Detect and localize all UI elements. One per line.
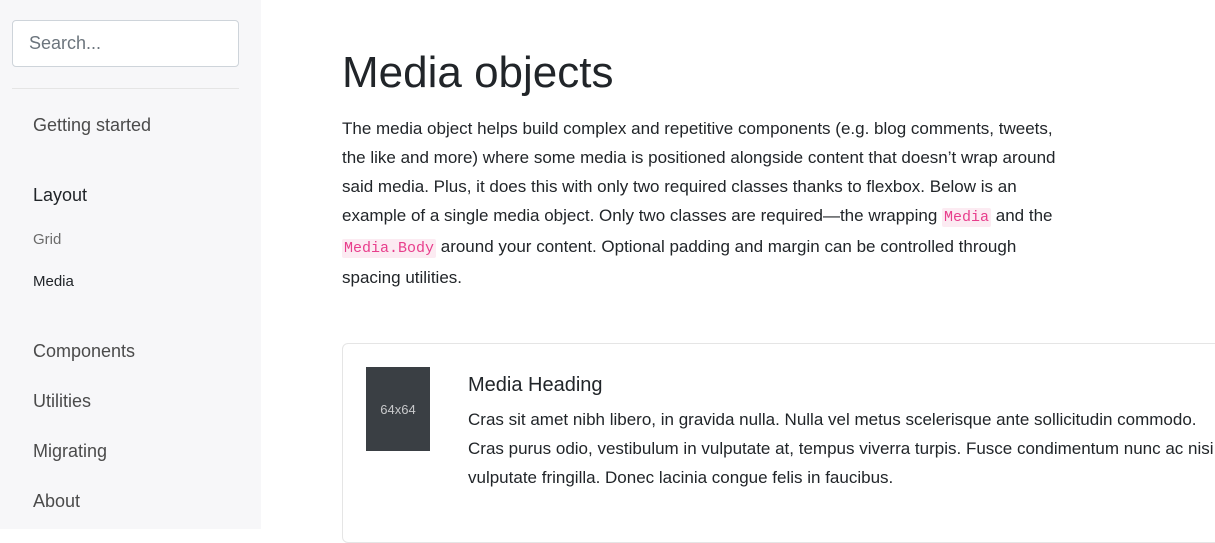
placeholder-image: 64x64 (366, 367, 430, 451)
media-heading: Media Heading (468, 374, 603, 396)
search-input[interactable] (12, 20, 239, 67)
code-media-body: Media.Body (342, 239, 437, 258)
sidebar-item-grid[interactable]: Grid (33, 231, 61, 248)
code-media: Media (942, 208, 992, 227)
page-title: Media objects (342, 48, 614, 97)
sidebar-item-about[interactable]: About (33, 491, 80, 512)
intro-text-middle: and the (991, 206, 1053, 225)
intro-paragraph: The media object helps build complex and… (342, 114, 1062, 292)
intro-text-after: around your content. Optional padding an… (342, 237, 1017, 287)
sidebar-item-migrating[interactable]: Migrating (33, 441, 107, 462)
sidebar-item-utilities[interactable]: Utilities (33, 391, 91, 412)
sidebar: Getting started Layout Grid Media Compon… (0, 0, 261, 529)
sidebar-item-layout[interactable]: Layout (33, 185, 87, 206)
media-text: Cras sit amet nibh libero, in gravida nu… (468, 410, 1214, 487)
sidebar-item-getting-started[interactable]: Getting started (33, 115, 151, 136)
placeholder-image-label: 64x64 (380, 401, 416, 417)
media-example-card: 64x64 Media Heading Cras sit amet nibh l… (342, 343, 1215, 543)
sidebar-item-media[interactable]: Media (33, 273, 74, 290)
sidebar-divider (12, 88, 239, 89)
sidebar-item-components[interactable]: Components (33, 341, 135, 362)
media-body: Media Heading Cras sit amet nibh libero,… (468, 371, 1215, 492)
